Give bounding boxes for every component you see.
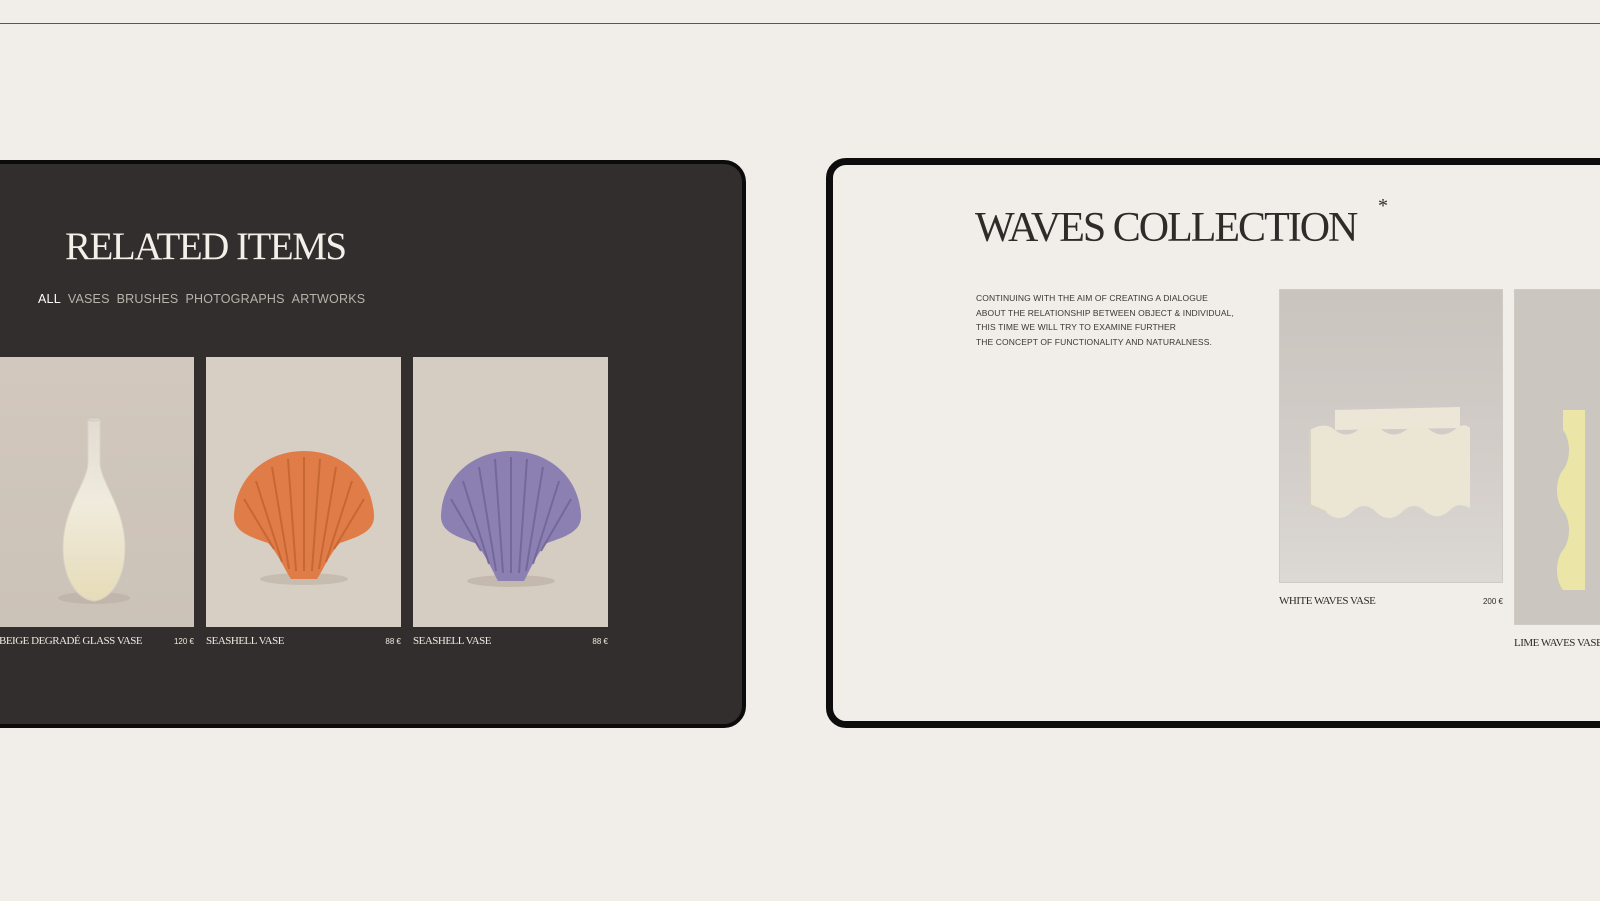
seashell-lavender-photo[interactable] — [413, 357, 608, 627]
product-price: 120 € — [173, 636, 194, 646]
product-name[interactable]: LIME WAVES VASE — [1514, 637, 1600, 649]
product-price: 88 € — [592, 636, 608, 646]
top-divider — [0, 23, 1600, 24]
product-name[interactable]: WHITE WAVES VASE — [1279, 595, 1376, 607]
lime-waves-caption: LIME WAVES VASE — [1514, 637, 1600, 649]
filter-all[interactable]: ALL — [38, 292, 61, 306]
white-waves-photo[interactable] — [1279, 289, 1503, 583]
seashell-orange-caption: SEASHELL VASE 88 € — [206, 635, 401, 647]
filter-artworks[interactable]: ARTWORKS — [292, 292, 366, 306]
product-card-glass-vase[interactable]: BEIGE DEGRADÉ GLASS VASE 120 € — [0, 357, 194, 647]
description-line: THE CONCEPT OF FUNCTIONALITY AND NATURAL… — [976, 336, 1212, 347]
filter-photographs[interactable]: PHOTOGRAPHS — [185, 292, 284, 306]
product-name[interactable]: SEASHELL VASE — [206, 635, 284, 647]
description-line: ABOUT THE RELATIONSHIP BETWEEN OBJECT & … — [976, 307, 1234, 318]
category-filters: ALL VASES BRUSHES PHOTOGRAPHS ARTWORKS — [38, 292, 372, 306]
collection-title: WAVES COLLECTION — [975, 205, 1358, 251]
product-card-white-waves[interactable]: WHITE WAVES VASE 200 € — [1279, 289, 1503, 607]
glass-vase-caption: BEIGE DEGRADÉ GLASS VASE 120 € — [0, 635, 194, 647]
product-price: 88 € — [385, 636, 401, 646]
white-waves-caption: WHITE WAVES VASE 200 € — [1279, 595, 1503, 607]
product-name[interactable]: BEIGE DEGRADÉ GLASS VASE — [0, 635, 143, 647]
waves-collection-tablet: WAVES COLLECTION * CONTINUING WITH THE A… — [826, 158, 1600, 728]
collection-description: CONTINUING WITH THE AIM OF CREATING A DI… — [976, 291, 1266, 349]
product-card-seashell-lavender[interactable]: SEASHELL VASE 88 € — [413, 357, 608, 647]
description-line: CONTINUING WITH THE AIM OF CREATING A DI… — [976, 293, 1208, 303]
related-items-title: RELATED ITEMS — [65, 225, 347, 268]
related-items-tablet: RELATED ITEMS ALL VASES BRUSHES PHOTOGRA… — [0, 160, 746, 728]
product-price: 200 € — [1482, 596, 1503, 606]
seashell-lavender-caption: SEASHELL VASE 88 € — [413, 635, 608, 647]
description-line: THIS TIME WE WILL TRY TO EXAMINE FURTHER — [976, 322, 1177, 332]
product-card-lime-waves[interactable]: LIME WAVES VASE — [1514, 289, 1600, 649]
filter-brushes[interactable]: BRUSHES — [117, 292, 179, 306]
filter-vases[interactable]: VASES — [68, 292, 110, 306]
product-card-seashell-orange[interactable]: SEASHELL VASE 88 € — [206, 357, 401, 647]
glass-vase-photo[interactable] — [0, 357, 194, 627]
lime-waves-photo[interactable] — [1514, 289, 1600, 625]
product-name[interactable]: SEASHELL VASE — [413, 635, 491, 647]
seashell-orange-photo[interactable] — [206, 357, 401, 627]
asterisk-icon: * — [1378, 195, 1388, 217]
